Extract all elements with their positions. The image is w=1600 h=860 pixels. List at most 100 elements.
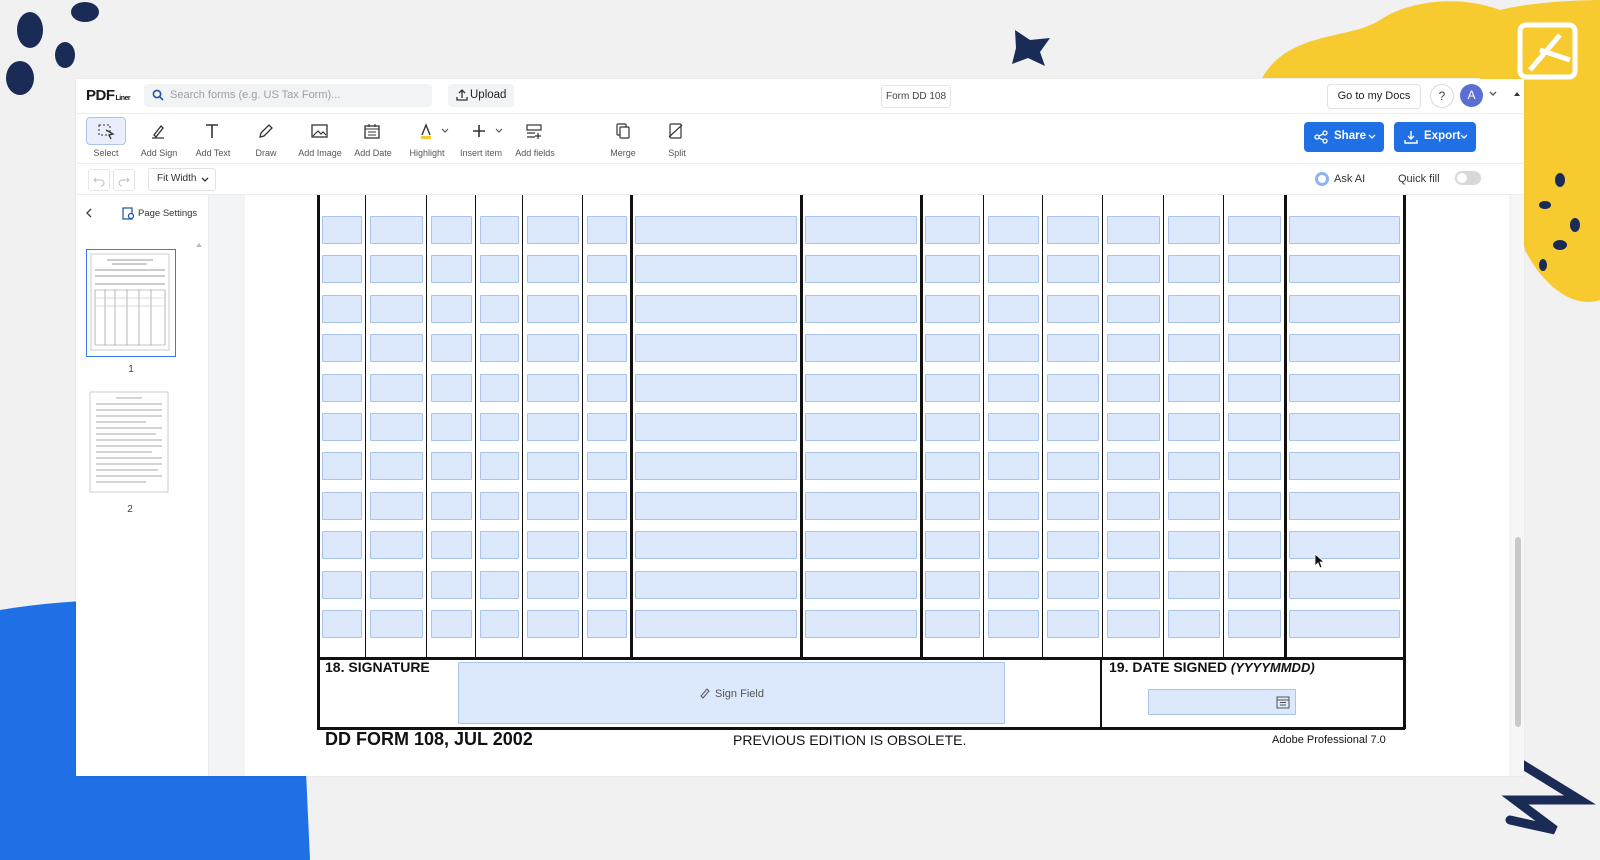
form-field-cell[interactable]	[635, 570, 797, 599]
tool-merge[interactable]: Merge	[598, 117, 648, 161]
tool-insert-item[interactable]: Insert item	[456, 117, 506, 161]
form-field-cell[interactable]	[370, 216, 423, 244]
form-field-cell[interactable]	[988, 413, 1039, 441]
form-field-cell[interactable]	[431, 531, 472, 560]
form-field-cell[interactable]	[1168, 294, 1220, 323]
form-field-cell[interactable]	[322, 373, 362, 402]
form-field-cell[interactable]	[805, 413, 917, 441]
form-field-cell[interactable]	[322, 452, 362, 481]
chevron-left-icon[interactable]	[83, 207, 95, 219]
form-field-cell[interactable]	[805, 531, 917, 560]
form-field-cell[interactable]	[587, 570, 627, 599]
form-field-cell[interactable]	[1047, 452, 1099, 481]
avatar[interactable]: A	[1460, 84, 1483, 107]
form-field-cell[interactable]	[1107, 570, 1160, 599]
document-scrollbar[interactable]	[1512, 195, 1524, 776]
form-field-cell[interactable]	[635, 491, 797, 520]
form-field-cell[interactable]	[527, 255, 579, 284]
form-field-cell[interactable]	[1047, 570, 1099, 599]
form-field-cell[interactable]	[480, 452, 519, 481]
form-field-cell[interactable]	[805, 216, 917, 244]
form-field-cell[interactable]	[587, 216, 627, 244]
form-field-cell[interactable]	[1289, 413, 1400, 441]
form-field-cell[interactable]	[1289, 531, 1400, 560]
thumbnail-scrollbar[interactable]	[196, 235, 202, 775]
form-field-cell[interactable]	[1228, 610, 1281, 638]
form-field-cell[interactable]	[1289, 294, 1400, 323]
form-field-cell[interactable]	[370, 255, 423, 284]
form-field-cell[interactable]	[805, 334, 917, 363]
form-field-cell[interactable]	[480, 531, 519, 560]
form-field-cell[interactable]	[527, 373, 579, 402]
form-field-cell[interactable]	[322, 294, 362, 323]
form-field-cell[interactable]	[1107, 216, 1160, 244]
tool-add-text[interactable]: Add Text	[188, 117, 238, 161]
form-field-cell[interactable]	[988, 294, 1039, 323]
form-field-cell[interactable]	[1047, 413, 1099, 441]
form-field-cell[interactable]	[1047, 255, 1099, 284]
help-button[interactable]: ?	[1430, 84, 1454, 108]
form-field-cell[interactable]	[1289, 255, 1400, 284]
zoom-select[interactable]: Fit Width	[148, 168, 216, 191]
form-field-cell[interactable]	[925, 570, 980, 599]
ask-ai-button[interactable]: Ask AI	[1308, 168, 1378, 190]
form-field-cell[interactable]	[988, 216, 1039, 244]
form-field-cell[interactable]	[1047, 610, 1099, 638]
form-field-cell[interactable]	[480, 255, 519, 284]
form-field-cell[interactable]	[988, 334, 1039, 363]
form-field-cell[interactable]	[431, 413, 472, 441]
form-field-cell[interactable]	[322, 491, 362, 520]
form-field-cell[interactable]	[1289, 373, 1400, 402]
form-field-cell[interactable]	[527, 491, 579, 520]
form-field-cell[interactable]	[1047, 491, 1099, 520]
form-field-cell[interactable]	[587, 373, 627, 402]
form-field-cell[interactable]	[1228, 216, 1281, 244]
form-field-cell[interactable]	[480, 373, 519, 402]
share-button[interactable]: Share	[1304, 122, 1384, 152]
form-field-cell[interactable]	[431, 334, 472, 363]
tool-add-date[interactable]: Add Date	[348, 117, 398, 161]
form-field-cell[interactable]	[1228, 491, 1281, 520]
form-field-cell[interactable]	[635, 452, 797, 481]
form-field-cell[interactable]	[925, 413, 980, 441]
form-field-cell[interactable]	[1107, 452, 1160, 481]
form-field-cell[interactable]	[635, 373, 797, 402]
form-field-cell[interactable]	[635, 216, 797, 244]
form-field-cell[interactable]	[322, 570, 362, 599]
form-field-cell[interactable]	[322, 413, 362, 441]
go-to-docs-button[interactable]: Go to my Docs	[1327, 84, 1421, 109]
form-field-cell[interactable]	[1107, 610, 1160, 638]
form-field-cell[interactable]	[587, 452, 627, 481]
tool-split[interactable]: Split	[652, 117, 702, 161]
tool-add-fields[interactable]: Add fields	[510, 117, 560, 161]
form-field-cell[interactable]	[370, 491, 423, 520]
form-field-cell[interactable]	[587, 413, 627, 441]
upload-button[interactable]: Upload	[448, 84, 514, 107]
form-field-cell[interactable]	[1107, 294, 1160, 323]
form-field-cell[interactable]	[988, 452, 1039, 481]
form-field-cell[interactable]	[635, 334, 797, 363]
form-field-cell[interactable]	[1107, 413, 1160, 441]
form-field-cell[interactable]	[1047, 216, 1099, 244]
tool-select[interactable]: Select	[81, 117, 131, 161]
form-field-cell[interactable]	[1168, 531, 1220, 560]
tool-add-image[interactable]: Add Image	[295, 117, 345, 161]
form-field-cell[interactable]	[1289, 452, 1400, 481]
form-field-cell[interactable]	[988, 255, 1039, 284]
form-field-cell[interactable]	[1289, 216, 1400, 244]
form-field-cell[interactable]	[1047, 334, 1099, 363]
form-field-cell[interactable]	[925, 531, 980, 560]
form-field-cell[interactable]	[527, 216, 579, 244]
form-field-cell[interactable]	[370, 570, 423, 599]
undo-button[interactable]	[88, 169, 110, 191]
form-field-cell[interactable]	[988, 531, 1039, 560]
page-thumbnail-2[interactable]: 2	[86, 390, 174, 515]
form-field-cell[interactable]	[527, 452, 579, 481]
form-field-cell[interactable]	[1168, 413, 1220, 441]
search-input[interactable]: Search forms (e.g. US Tax Form)...	[144, 84, 432, 107]
form-field-cell[interactable]	[480, 491, 519, 520]
collapse-up-icon[interactable]	[1513, 90, 1521, 98]
form-field-cell[interactable]	[1047, 373, 1099, 402]
form-field-cell[interactable]	[370, 413, 423, 441]
form-field-cell[interactable]	[370, 334, 423, 363]
